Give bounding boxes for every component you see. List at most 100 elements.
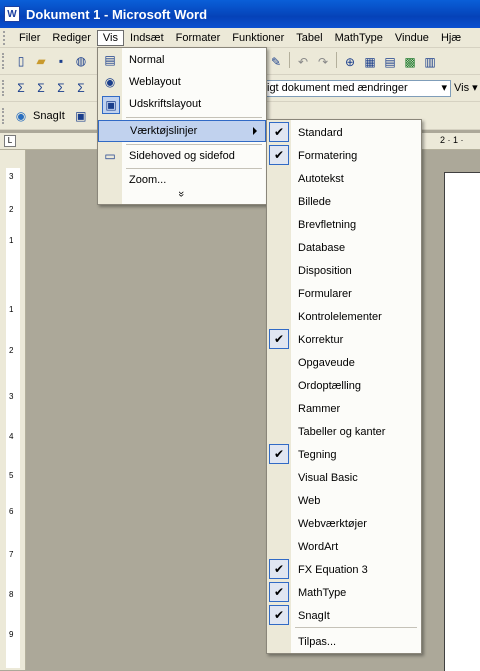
vis-menu-toolbars[interactable]: Værktøjslinjer [98, 120, 266, 142]
toolbar-item-web[interactable]: Web [267, 489, 421, 512]
menu-separator [126, 117, 262, 118]
toolbar-item-label: Opgaveude [298, 356, 355, 369]
toolbar-item-billede[interactable]: Billede [267, 190, 421, 213]
insert-excel-icon[interactable]: ▩ [400, 52, 420, 72]
toolbar-item-tilpas[interactable]: Tilpas... [267, 630, 421, 653]
toolbar-item-label: Tilpas... [298, 635, 337, 648]
toolbar-grip-2[interactable] [2, 80, 7, 96]
toolbar-item-tegning[interactable]: ✔ Tegning [267, 443, 421, 466]
toolbar-item-tabeller-og-kanter[interactable]: Tabeller og kanter [267, 420, 421, 443]
submenu-arrow-icon [253, 127, 257, 135]
menu-vis[interactable]: Vis [96, 29, 125, 46]
toolbar-item-label: Kontrolelementer [298, 310, 382, 323]
redo-icon[interactable]: ↷ [313, 52, 333, 72]
menu-funktioner[interactable]: Funktioner [226, 30, 290, 46]
sum-inline-icon[interactable]: Σ [51, 78, 71, 98]
vis-menu-header-footer[interactable]: ▭ Sidehoved og sidefod [98, 145, 266, 167]
toolbar-item-brevfletning[interactable]: Brevfletning [267, 213, 421, 236]
undo-icon[interactable]: ↶ [293, 52, 313, 72]
review-display-combo[interactable]: igt dokument med ændringer ▾ [263, 80, 451, 97]
menu-tabel[interactable]: Tabel [290, 30, 328, 46]
tab-selector-icon[interactable]: L [4, 135, 16, 147]
ruler-num: 6 [9, 507, 14, 516]
menu-filer[interactable]: Filer [13, 30, 46, 46]
snagit-catalog-icon[interactable]: ▣ [71, 106, 91, 126]
toolbar-item-label: FX Equation 3 [298, 563, 368, 576]
permission-icon[interactable]: ◍ [71, 51, 91, 71]
toolbar-item-database[interactable]: Database [267, 236, 421, 259]
checkmark-icon: ✔ [269, 145, 289, 165]
menu-hjaelp[interactable]: Hjæ [435, 30, 467, 46]
normal-view-icon: ▤ [104, 53, 116, 67]
toolbar-item-ordoptælling[interactable]: Ordoptælling [267, 374, 421, 397]
sum-icon[interactable]: Σ [11, 78, 31, 98]
vis-menu-weblayout[interactable]: ◉ Weblayout [98, 71, 266, 93]
menu-vindue[interactable]: Vindue [389, 30, 435, 46]
new-document-icon[interactable]: ▯ [11, 51, 31, 71]
menu-formater[interactable]: Formater [170, 30, 227, 46]
toolbar-item-mathtype[interactable]: ✔ MathType [267, 581, 421, 604]
menubar-grip[interactable] [3, 30, 9, 45]
checkmark-icon: ✔ [269, 329, 289, 349]
menu-bar: Filer Rediger Vis Indsæt Formater Funkti… [0, 28, 480, 48]
tables-borders-icon[interactable]: ▦ [360, 52, 380, 72]
ruler-num: 1 [9, 236, 14, 245]
toolbar-item-standard[interactable]: ✔ Standard [267, 121, 421, 144]
vis-menu-expand[interactable]: » [98, 186, 266, 202]
open-folder-icon[interactable]: ▰ [31, 51, 51, 71]
vis-menu-normal[interactable]: ▤ Normal [98, 49, 266, 71]
vis-menu-label: Zoom... [129, 174, 167, 186]
menu-separator [295, 627, 417, 628]
checkmark-icon: ✔ [269, 582, 289, 602]
toolbar-item-label: Tabeller og kanter [298, 425, 386, 438]
document-page[interactable] [444, 172, 480, 671]
vertical-ruler[interactable]: 3 2 1 1 2 3 4 5 6 7 8 9 [0, 150, 26, 670]
toolbar-item-formatering[interactable]: ✔ Formatering [267, 144, 421, 167]
toolbar-item-opgaveude[interactable]: Opgaveude [267, 351, 421, 374]
ruler-num: 9 [9, 630, 14, 639]
sum-display-icon[interactable]: Σ [31, 78, 51, 98]
save-icon[interactable]: ▪ [51, 51, 71, 71]
vis-menu-label: Normal [129, 54, 165, 66]
toolbar-item-fx-equation-3[interactable]: ✔ FX Equation 3 [267, 558, 421, 581]
ruler-num: 8 [9, 590, 14, 599]
ruler-num: 2 [9, 205, 14, 214]
sum-right-icon[interactable]: Σ [71, 78, 91, 98]
format-painter-icon[interactable]: ✎ [266, 52, 286, 72]
word-app-icon[interactable]: W [4, 6, 20, 22]
vis-button[interactable]: Vis ▾ [454, 81, 478, 94]
checkmark-icon: ✔ [269, 559, 289, 579]
toolbar-item-label: Standard [298, 126, 343, 139]
toolbar-item-disposition[interactable]: Disposition [267, 259, 421, 282]
toolbar-item-kontrolelementer[interactable]: Kontrolelementer [267, 305, 421, 328]
snagit-button-label[interactable]: SnagIt [33, 110, 65, 122]
checkmark-icon: ✔ [269, 605, 289, 625]
columns-icon[interactable]: ▥ [420, 52, 440, 72]
review-display-value: igt dokument med ændringer [267, 82, 408, 94]
insert-table-icon[interactable]: ▤ [380, 52, 400, 72]
hyperlink-icon[interactable]: ⊕ [340, 52, 360, 72]
menu-indsaet[interactable]: Indsæt [124, 30, 170, 46]
toolbar-item-autotekst[interactable]: Autotekst [267, 167, 421, 190]
snagit-icon[interactable]: ◉ [11, 106, 31, 126]
toolbar-item-formularer[interactable]: Formularer [267, 282, 421, 305]
ruler-num: 4 [9, 432, 14, 441]
toolbar-item-label: Visual Basic [298, 471, 358, 484]
print-layout-icon: ▣ [102, 96, 120, 114]
toolbar-item-rammer[interactable]: Rammer [267, 397, 421, 420]
chevron-down-icon[interactable]: ▾ [441, 81, 447, 94]
toolbar-item-visual-basic[interactable]: Visual Basic [267, 466, 421, 489]
toolbar-item-label: Web [298, 494, 321, 507]
toolbar-grip-3[interactable] [2, 107, 7, 124]
toolbar-item-snagit[interactable]: ✔ SnagIt [267, 604, 421, 627]
ruler-num: 2 [9, 346, 14, 355]
toolbar-grip[interactable] [2, 53, 7, 69]
menu-rediger[interactable]: Rediger [46, 30, 97, 46]
toolbar-item-korrektur[interactable]: ✔ Korrektur [267, 328, 421, 351]
vis-menu-print-layout[interactable]: ▣ Udskriftslayout [98, 93, 266, 115]
toolbar-item-label: Rammer [298, 402, 341, 415]
toolbar-item-wordart[interactable]: WordArt [267, 535, 421, 558]
toolbar-item-webværktøjer[interactable]: Webværktøjer [267, 512, 421, 535]
menu-mathtype[interactable]: MathType [329, 30, 389, 46]
ruler-num: 1 [9, 305, 14, 314]
